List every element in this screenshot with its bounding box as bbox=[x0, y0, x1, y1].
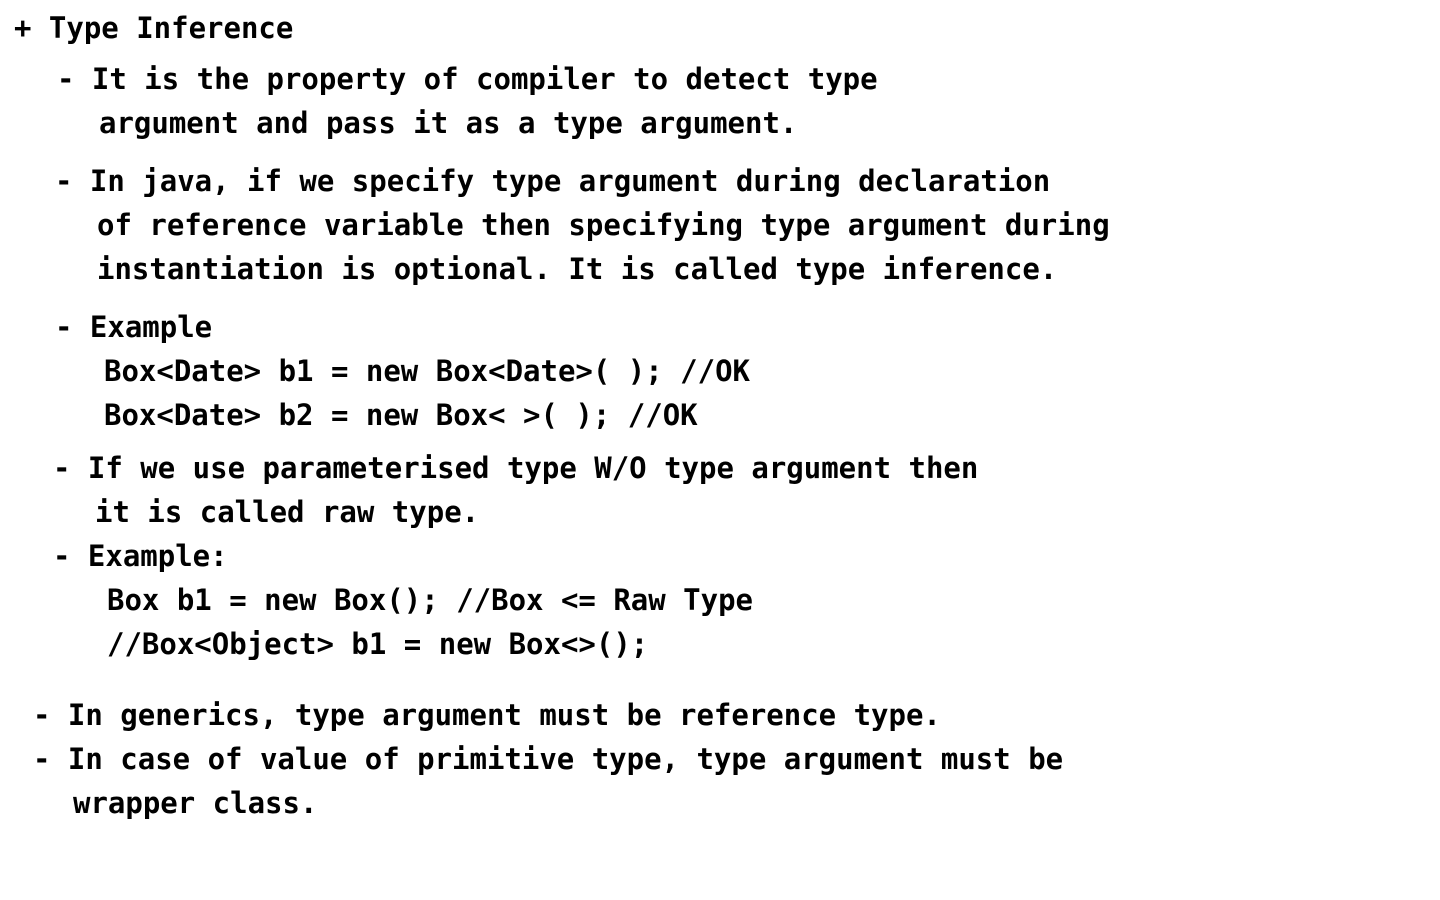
bullet-primitive-wrapper-line1: - In case of value of primitive type, ty… bbox=[33, 742, 1064, 776]
bullet-type-inference-definition-line1: - It is the property of compiler to dete… bbox=[57, 62, 878, 96]
bullet-java-inference-line1: - In java, if we specify type argument d… bbox=[55, 164, 1051, 198]
code-example-1b: Box<Date> b2 = new Box< >( ); //OK bbox=[104, 398, 698, 432]
page-title: + Type Inference bbox=[14, 11, 294, 45]
bullet-generics-reference-type: - In generics, type argument must be ref… bbox=[33, 698, 941, 732]
bullet-java-inference-line2: of reference variable then specifying ty… bbox=[97, 208, 1110, 242]
bullet-type-inference-definition-line2: argument and pass it as a type argument. bbox=[99, 106, 798, 140]
code-example-1a: Box<Date> b1 = new Box<Date>( ); //OK bbox=[104, 354, 751, 388]
example-label-1: - Example bbox=[55, 310, 213, 344]
bullet-raw-type-line1: - If we use parameterised type W/O type … bbox=[53, 451, 979, 485]
bullet-raw-type-line2: it is called raw type. bbox=[95, 495, 480, 529]
bullet-java-inference-line3: instantiation is optional. It is called … bbox=[97, 252, 1058, 286]
example-label-2: - Example: bbox=[53, 539, 228, 573]
code-example-2b: //Box<Object> b1 = new Box<>(); bbox=[107, 627, 649, 661]
code-example-2a: Box b1 = new Box(); //Box <= Raw Type bbox=[107, 583, 754, 617]
bullet-primitive-wrapper-line2: wrapper class. bbox=[73, 786, 318, 820]
